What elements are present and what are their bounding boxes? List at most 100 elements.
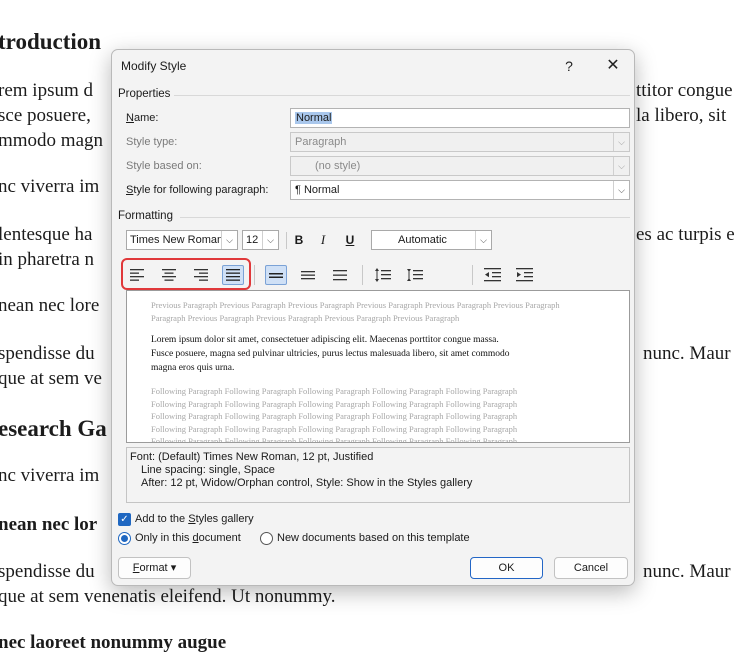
description-line: Font: (Default) Times New Roman, 12 pt, … — [130, 451, 374, 463]
doc-text-fragment: es ac turpis e — [636, 224, 735, 245]
following-paragraph-text: Following Paragraph Following Paragraph … — [151, 385, 611, 443]
double-spacing-button[interactable] — [329, 265, 351, 285]
style-type-value: Paragraph — [295, 136, 347, 148]
font-color-select[interactable]: Automatic ⌵ — [371, 230, 492, 250]
chevron-down-icon: ⌵ — [613, 157, 629, 175]
style-type-select[interactable]: Paragraph ⌵ — [290, 132, 630, 152]
doc-text-line: nean nec lore — [0, 295, 100, 316]
double-spacing-icon — [333, 270, 347, 281]
preview-line: Previous Paragraph Previous Paragraph Pr… — [151, 300, 560, 310]
decrease-paragraph-spacing-button[interactable] — [404, 265, 426, 285]
increase-indent-button[interactable] — [514, 265, 536, 285]
section-divider — [180, 217, 630, 218]
style-preview: Previous Paragraph Previous Paragraph Pr… — [126, 290, 630, 443]
new-documents-label[interactable]: New documents based on this template — [277, 532, 470, 544]
font-name-value: Times New Roman — [130, 234, 224, 246]
doc-text-line: nc viverra im — [0, 176, 100, 197]
close-button[interactable]: ✕ — [598, 55, 628, 77]
chevron-down-icon: ⌵ — [475, 231, 491, 249]
name-value: Normal — [295, 112, 333, 124]
preview-line: magna eros quis urna. — [151, 363, 235, 373]
single-spacing-icon — [269, 273, 283, 278]
underline-button[interactable]: U — [339, 230, 361, 250]
following-style-label: Style for following paragraph: — [126, 184, 269, 196]
one-and-half-spacing-button[interactable] — [297, 265, 319, 285]
add-to-gallery-label[interactable]: Add to the Styles gallery — [135, 513, 254, 525]
only-this-document-label[interactable]: Only in this document — [135, 532, 241, 544]
preview-line: Lorem ipsum dolor sit amet, consectetuer… — [151, 335, 499, 345]
chevron-down-icon: ⌵ — [613, 133, 629, 151]
format-button[interactable]: Format ▾ — [118, 557, 191, 579]
increase-paragraph-spacing-button[interactable] — [372, 265, 394, 285]
doc-subheading: nec laoreet nonummy augue — [0, 632, 227, 653]
style-description: Font: (Default) Times New Roman, 12 pt, … — [126, 447, 630, 503]
font-color-value: Automatic — [398, 234, 447, 246]
doc-text-line: in pharetra n — [0, 249, 95, 270]
doc-text-line: spendisse du — [0, 561, 95, 582]
preview-line: Following Paragraph Following Paragraph … — [151, 386, 518, 396]
style-based-on-select[interactable]: (no style) ⌵ — [290, 156, 630, 176]
one-and-half-spacing-icon — [301, 271, 315, 280]
chevron-down-icon: ⌵ — [221, 231, 237, 249]
dialog-titlebar[interactable]: Modify Style ? ✕ — [112, 50, 634, 82]
help-button[interactable]: ? — [554, 55, 584, 77]
preview-line: Following Paragraph Following Paragraph … — [151, 411, 518, 421]
dialog-title: Modify Style — [121, 59, 187, 73]
doc-text-line: mmodo magn — [0, 130, 104, 151]
add-to-gallery-checkbox[interactable]: ✓ — [118, 513, 131, 526]
decrease-indent-icon — [484, 268, 501, 282]
name-label: Name: — [126, 112, 159, 124]
doc-text-line: nc viverra im — [0, 465, 100, 486]
preview-line: Paragraph Previous Paragraph Previous Pa… — [151, 312, 460, 323]
doc-text-fragment: la libero, sit — [636, 105, 727, 126]
font-size-select[interactable]: 12 ⌵ — [242, 230, 279, 250]
decrease-indent-button[interactable] — [482, 265, 504, 285]
chevron-down-icon: ▾ — [170, 562, 177, 574]
decrease-paragraph-spacing-icon — [407, 269, 423, 281]
style-type-label: Style type: — [126, 136, 178, 148]
bold-button[interactable]: B — [288, 230, 310, 250]
font-size-value: 12 — [246, 234, 259, 246]
doc-text-line: spendisse du — [0, 343, 95, 364]
only-this-document-radio[interactable] — [118, 532, 131, 545]
doc-subheading: nean nec lor — [0, 514, 98, 535]
preview-line: Following Paragraph Following Paragraph … — [151, 398, 518, 409]
preview-line: Fusce posuere, magna sed pulvinar ultric… — [151, 349, 510, 359]
doc-text-fragment: nunc. Maur — [643, 561, 731, 582]
cancel-button[interactable]: Cancel — [554, 557, 628, 579]
doc-heading: esearch Ga — [0, 416, 107, 441]
style-based-on-label: Style based on: — [126, 160, 202, 172]
font-name-select[interactable]: Times New Roman ⌵ — [126, 230, 238, 250]
formatting-section-label: Formatting — [118, 210, 173, 222]
doc-text-fragment: nunc. Maur — [643, 343, 731, 364]
doc-text-line: que at sem venenatis eleifend. Ut nonumm… — [0, 586, 336, 607]
doc-text-fragment: ttitor congue — [636, 80, 733, 101]
doc-text-line: lentesque ha — [0, 224, 93, 245]
new-documents-radio[interactable] — [260, 532, 273, 545]
doc-text-line: rem ipsum d — [0, 80, 93, 101]
single-spacing-button[interactable] — [265, 265, 287, 285]
properties-section-label: Properties — [118, 88, 171, 100]
toolbar-divider — [254, 265, 255, 285]
chevron-down-icon: ⌵ — [262, 231, 278, 249]
doc-text-line: que at sem ve — [0, 368, 102, 389]
preview-line: Following Paragraph Following Paragraph … — [151, 436, 518, 443]
increase-paragraph-spacing-icon — [375, 268, 391, 282]
alignment-highlight-annotation — [121, 258, 251, 290]
toolbar-divider — [362, 265, 363, 285]
italic-button[interactable]: I — [312, 230, 334, 250]
style-based-on-value: (no style) — [315, 160, 361, 172]
doc-heading: troduction — [0, 29, 102, 54]
toolbar-divider — [286, 232, 287, 249]
doc-text-line: sce posuere, — [0, 105, 91, 126]
name-field[interactable]: Normal — [290, 108, 630, 128]
following-style-select[interactable]: ¶ Normal ⌵ — [290, 180, 630, 200]
modify-style-dialog: Modify Style ? ✕ Properties Name: Normal… — [111, 49, 635, 586]
description-line: Line spacing: single, Space — [141, 464, 275, 476]
following-style-value: ¶ Normal — [295, 184, 340, 196]
section-divider — [174, 95, 630, 96]
previous-paragraph-text: Previous Paragraph Previous Paragraph Pr… — [151, 299, 611, 324]
description-line: After: 12 pt, Widow/Orphan control, Styl… — [141, 477, 473, 489]
increase-indent-icon — [516, 268, 533, 282]
ok-button[interactable]: OK — [470, 557, 543, 579]
